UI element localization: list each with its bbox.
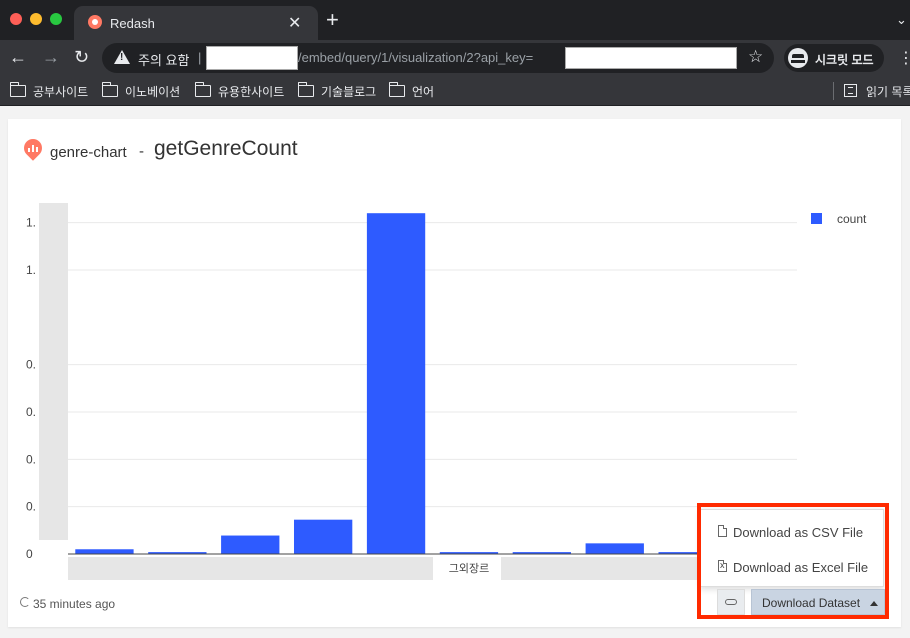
x-tick-label: 그외장르	[449, 562, 489, 575]
bar	[75, 549, 134, 554]
back-arrow-icon[interactable]: ←	[9, 47, 27, 67]
reading-list-label[interactable]: 읽기 목록	[866, 83, 910, 100]
tab-close-icon[interactable]: ✕	[288, 13, 301, 33]
reading-list-icon[interactable]	[844, 84, 857, 97]
security-warning[interactable]: 주의 요함	[138, 50, 189, 69]
browser-menu-icon[interactable]: ⋮	[898, 48, 910, 68]
legend-label: count	[837, 212, 867, 226]
redacted-host	[206, 46, 298, 70]
refresh-timestamp: 35 minutes ago	[33, 597, 116, 611]
folder-icon	[389, 82, 405, 97]
zoom-window-button[interactable]	[50, 13, 62, 25]
bookmarks-bar: 공부사이트 이노베이션 유용한사이트 기술블로그 언어 읽기 목록	[0, 76, 910, 106]
y-tick-label: 0.	[26, 500, 36, 514]
y-tick-label: 0.	[26, 358, 36, 372]
omnibox-divider: |	[198, 50, 202, 65]
bar	[585, 543, 644, 554]
incognito-label: 시크릿 모드	[815, 53, 874, 67]
annotation-highlight-box	[697, 503, 889, 619]
y-tick-label: 0.	[26, 452, 36, 466]
minimize-window-button[interactable]	[30, 13, 42, 25]
folder-icon	[102, 82, 118, 97]
warning-icon	[114, 50, 130, 64]
address-bar[interactable]: 주의 요함 | /embed/query/1/visualization/2?a…	[102, 43, 774, 73]
bookmark-star-icon[interactable]: ☆	[748, 47, 763, 67]
refresh-icon[interactable]	[20, 597, 30, 607]
forward-arrow-icon[interactable]: →	[42, 47, 60, 67]
browser-tab[interactable]: Redash ✕	[74, 6, 318, 40]
tab-title: Redash	[110, 16, 155, 31]
y-tick-label: 1.	[26, 216, 36, 230]
redash-favicon-icon	[88, 15, 102, 29]
legend-swatch	[811, 213, 822, 224]
bar	[221, 535, 280, 554]
y-axis-band	[39, 203, 68, 540]
y-tick-label: 0	[26, 547, 33, 561]
folder-icon	[195, 82, 211, 97]
tab-search-chevron-icon[interactable]: ⌄	[896, 12, 907, 28]
url-text[interactable]: /embed/query/1/visualization/2?api_key=	[298, 50, 533, 65]
browser-toolbar: ← → ↻ 주의 요함 | /embed/query/1/visualizati…	[0, 40, 910, 76]
browser-title-bar: Redash ✕ + ⌄	[0, 0, 910, 40]
reload-icon[interactable]: ↻	[74, 47, 89, 67]
new-tab-button[interactable]: +	[326, 9, 339, 31]
bookmark-label: 기술블로그	[321, 85, 377, 99]
bookmark-label: 유용한사이트	[218, 85, 285, 99]
bookmarks-divider	[833, 82, 834, 100]
y-tick-label: 1.	[26, 263, 36, 277]
bookmark-label: 이노베이션	[125, 85, 181, 99]
x-axis-band	[68, 557, 433, 580]
folder-icon	[10, 82, 26, 97]
incognito-icon	[788, 48, 808, 68]
bar	[366, 213, 426, 554]
close-window-button[interactable]	[10, 13, 22, 25]
folder-icon	[298, 82, 314, 97]
bar	[293, 519, 353, 554]
incognito-badge[interactable]: 시크릿 모드	[784, 44, 884, 72]
y-tick-label: 0.	[26, 405, 36, 419]
bookmark-label: 공부사이트	[33, 85, 89, 99]
redacted-api-key	[565, 47, 737, 69]
x-axis-band	[501, 557, 701, 580]
bookmark-label: 언어	[412, 85, 435, 99]
